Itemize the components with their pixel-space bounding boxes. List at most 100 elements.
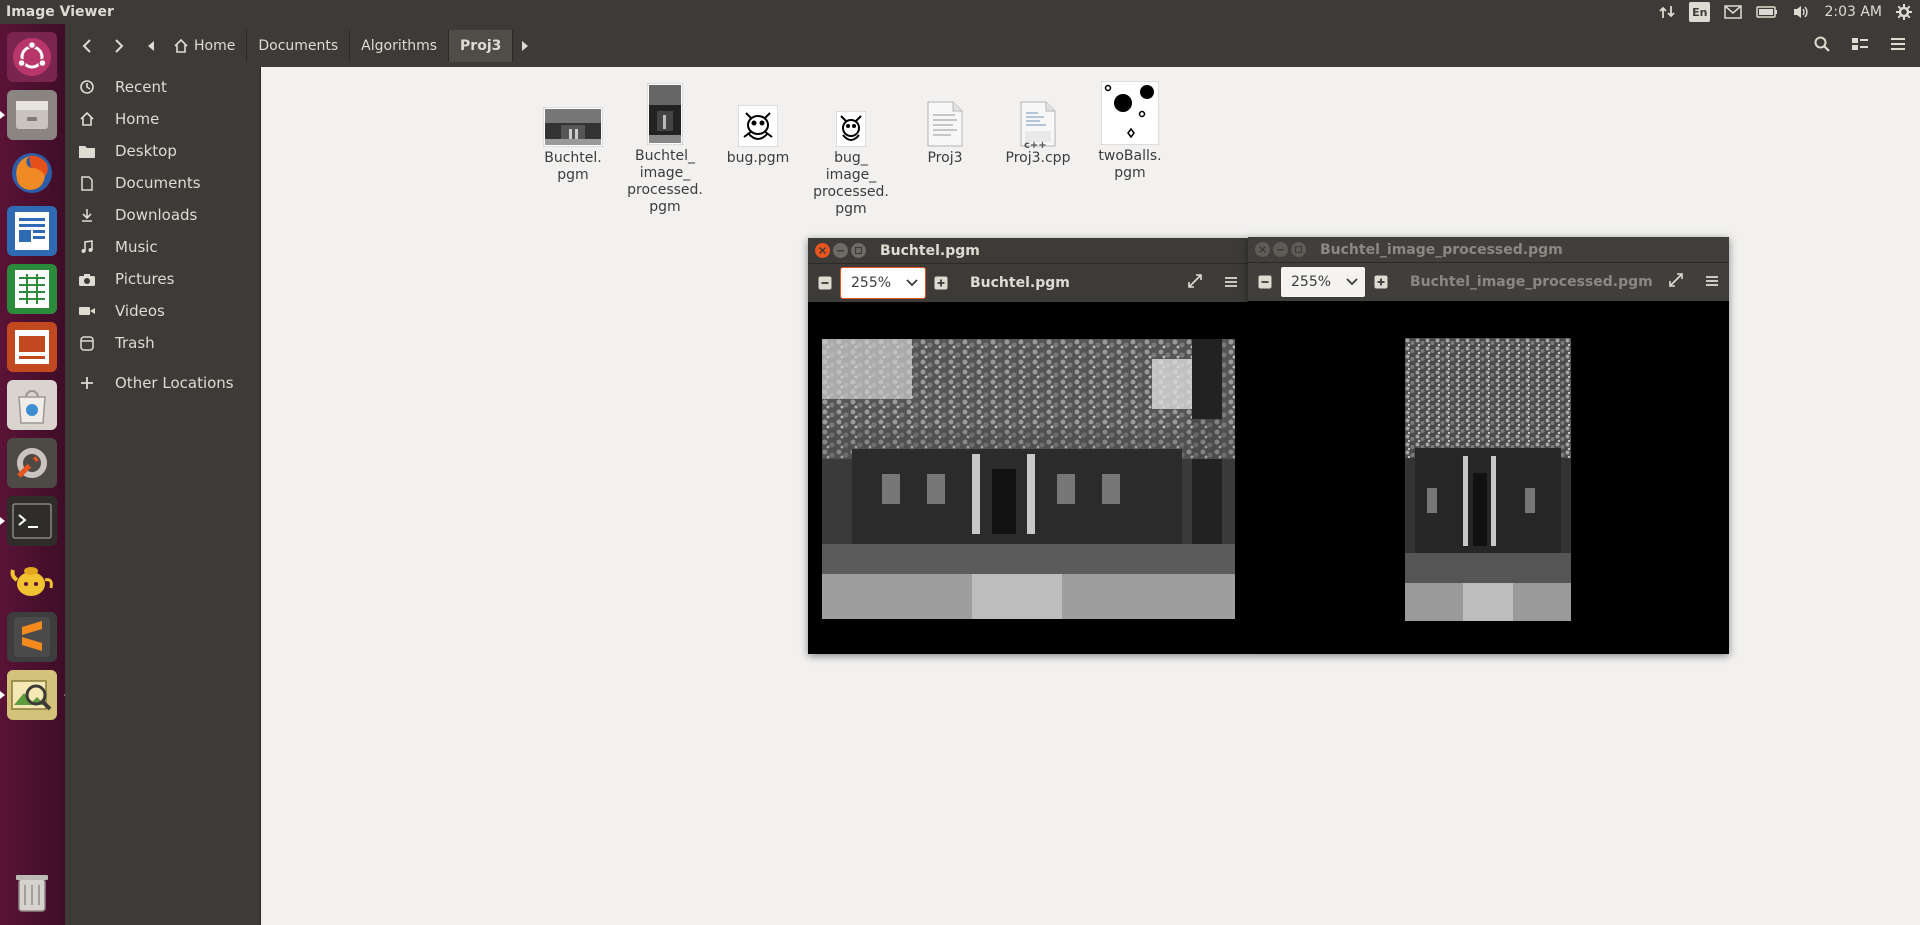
trash-icon bbox=[77, 333, 97, 353]
libreoffice-writer-icon[interactable] bbox=[7, 206, 57, 256]
file-item[interactable]: bug.pgm bbox=[713, 75, 803, 167]
sidebar-item-trash[interactable]: Trash bbox=[65, 327, 260, 359]
balls-image-thumbnail-icon bbox=[1101, 73, 1159, 145]
gear-icon[interactable] bbox=[1896, 2, 1912, 22]
viewer-menu-button[interactable] bbox=[1220, 272, 1242, 294]
file-item[interactable]: twoBalls. pgm bbox=[1085, 73, 1175, 182]
image-viewer-icon[interactable] bbox=[0, 670, 69, 720]
clock-icon bbox=[77, 77, 97, 97]
breadcrumb-scroll-right[interactable] bbox=[513, 30, 535, 62]
back-button[interactable] bbox=[71, 30, 103, 62]
building-photo bbox=[822, 339, 1235, 619]
folder-icon bbox=[77, 141, 97, 161]
view-options-button[interactable] bbox=[1844, 30, 1876, 62]
video-icon bbox=[77, 301, 97, 321]
file-item[interactable]: c++ Proj3.cpp bbox=[993, 75, 1083, 167]
sidebar-item-other-locations[interactable]: Other Locations bbox=[65, 367, 260, 399]
home-icon bbox=[174, 38, 188, 53]
image-thumbnail-icon bbox=[647, 73, 683, 145]
zoom-out-button[interactable] bbox=[814, 272, 836, 294]
sidebar-item-home[interactable]: Home bbox=[65, 103, 260, 135]
breadcrumb: Home Documents Algorithms Proj3 bbox=[141, 29, 535, 62]
trash-launcher-icon[interactable] bbox=[7, 866, 57, 916]
file-item[interactable]: Buchtel. pgm bbox=[528, 75, 618, 184]
window-titlebar[interactable]: Buchtel_image_processed.pgm bbox=[1248, 237, 1729, 262]
search-button[interactable] bbox=[1806, 30, 1838, 62]
file-manager-headerbar: Home Documents Algorithms Proj3 bbox=[65, 24, 1920, 67]
maximize-window-button[interactable] bbox=[1291, 242, 1306, 257]
window-title: Buchtel_image_processed.pgm bbox=[1320, 241, 1563, 258]
battery-icon[interactable] bbox=[1756, 2, 1778, 22]
forward-button[interactable] bbox=[103, 30, 135, 62]
close-window-button[interactable] bbox=[1255, 242, 1270, 257]
zoom-value-input[interactable]: 255% bbox=[841, 275, 899, 291]
minimize-window-button[interactable] bbox=[1273, 242, 1288, 257]
sidebar-item-documents[interactable]: Documents bbox=[65, 167, 260, 199]
document-icon bbox=[77, 173, 97, 193]
zoom-in-button[interactable] bbox=[1370, 271, 1392, 293]
libreoffice-impress-icon[interactable] bbox=[7, 322, 57, 372]
viewer-toolbar: 255% Buchtel_image_processed.pgm bbox=[1248, 262, 1729, 301]
image-canvas[interactable] bbox=[1248, 301, 1729, 653]
menu-button[interactable] bbox=[1882, 30, 1914, 62]
sidebar-item-recent[interactable]: Recent bbox=[65, 71, 260, 103]
music-icon bbox=[77, 237, 97, 257]
image-canvas[interactable] bbox=[808, 302, 1248, 654]
files-icon[interactable] bbox=[0, 90, 57, 140]
fullscreen-button[interactable] bbox=[1665, 271, 1687, 293]
clock-label[interactable]: 2:03 AM bbox=[1824, 2, 1882, 22]
file-item[interactable]: Proj3 bbox=[900, 75, 990, 167]
breadcrumb-scroll-left[interactable] bbox=[141, 30, 163, 62]
chevron-down-icon[interactable] bbox=[899, 279, 925, 287]
network-transfer-icon[interactable] bbox=[1659, 2, 1675, 22]
teapot-icon[interactable] bbox=[7, 554, 57, 604]
sidebar-item-downloads[interactable]: Downloads bbox=[65, 199, 260, 231]
sidebar-item-desktop[interactable]: Desktop bbox=[65, 135, 260, 167]
unity-launcher bbox=[0, 24, 69, 925]
sidebar-item-music[interactable]: Music bbox=[65, 231, 260, 263]
cpp-badge: c++ bbox=[1024, 140, 1047, 151]
zoom-value-input[interactable]: 255% bbox=[1281, 274, 1339, 290]
ubuntu-dash-icon[interactable] bbox=[7, 32, 57, 82]
window-title: Buchtel.pgm bbox=[880, 242, 980, 259]
hamburger-icon bbox=[1706, 274, 1718, 290]
libreoffice-calc-icon[interactable] bbox=[7, 264, 57, 314]
places-sidebar: Recent Home Desktop Documents Downloads … bbox=[65, 67, 261, 925]
sublime-text-icon[interactable] bbox=[7, 612, 57, 662]
volume-icon[interactable] bbox=[1792, 2, 1810, 22]
minimize-window-button[interactable] bbox=[833, 243, 848, 258]
breadcrumb-documents[interactable]: Documents bbox=[247, 29, 351, 62]
mail-icon[interactable] bbox=[1724, 2, 1743, 22]
list-view-icon bbox=[1852, 37, 1868, 55]
image-name-label: Buchtel.pgm bbox=[970, 275, 1070, 291]
close-window-button[interactable] bbox=[815, 243, 830, 258]
file-item[interactable]: Buchtel_ image_ processed. pgm bbox=[620, 73, 710, 216]
fullscreen-icon bbox=[1669, 273, 1683, 291]
plus-icon bbox=[77, 373, 97, 393]
fullscreen-button[interactable] bbox=[1184, 272, 1206, 294]
breadcrumb-home[interactable]: Home bbox=[163, 29, 248, 62]
firefox-icon[interactable] bbox=[7, 148, 57, 198]
breadcrumb-algorithms[interactable]: Algorithms bbox=[350, 29, 450, 62]
system-settings-icon[interactable] bbox=[7, 438, 57, 488]
breadcrumb-proj3[interactable]: Proj3 bbox=[449, 29, 514, 62]
fullscreen-icon bbox=[1188, 274, 1202, 292]
zoom-combo[interactable]: 255% bbox=[1280, 266, 1366, 298]
viewer-menu-button[interactable] bbox=[1701, 271, 1723, 293]
sidebar-item-videos[interactable]: Videos bbox=[65, 295, 260, 327]
app-title: Image Viewer bbox=[6, 4, 114, 20]
bug-image-thumbnail-icon bbox=[738, 75, 778, 147]
zoom-combo[interactable]: 255% bbox=[840, 267, 926, 299]
zoom-out-button[interactable] bbox=[1254, 271, 1276, 293]
file-name: Proj3 bbox=[927, 150, 963, 166]
file-item[interactable]: bug_ image_ processed. pgm bbox=[806, 81, 896, 218]
software-center-icon[interactable] bbox=[7, 380, 57, 430]
image-thumbnail-icon bbox=[543, 75, 603, 147]
chevron-down-icon[interactable] bbox=[1339, 278, 1365, 286]
zoom-in-button[interactable] bbox=[930, 272, 952, 294]
sidebar-item-pictures[interactable]: Pictures bbox=[65, 263, 260, 295]
window-titlebar[interactable]: Buchtel.pgm bbox=[808, 238, 1248, 263]
keyboard-language-indicator[interactable]: En bbox=[1689, 2, 1711, 22]
terminal-icon[interactable] bbox=[0, 496, 57, 546]
maximize-window-button[interactable] bbox=[851, 243, 866, 258]
